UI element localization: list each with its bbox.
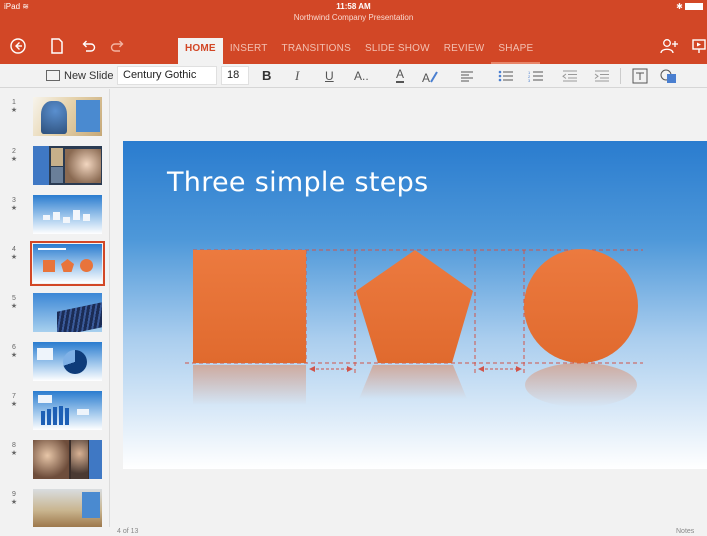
decrease-indent-icon[interactable] — [562, 70, 578, 82]
present-icon[interactable] — [692, 38, 706, 54]
bullets-icon[interactable] — [498, 70, 514, 82]
notes-button[interactable]: Notes — [676, 528, 694, 535]
thumb-number: 1 ★ — [10, 99, 18, 114]
italic-button[interactable]: I — [295, 67, 299, 85]
arrow-head — [347, 366, 353, 372]
slide-thumbnail-4[interactable] — [30, 241, 105, 286]
thumb-number: 9 ★ — [10, 491, 18, 506]
font-color-button[interactable]: A — [396, 67, 405, 83]
current-slide[interactable]: Three simple steps — [123, 141, 707, 469]
slide-thumbnail-pane: 1 ★ 2 ★ 3 ★ 4 ★ 5 ★ 6 ★ 7 ★ 8 ★ 9 ★ — [0, 89, 110, 536]
underline-button[interactable]: U — [325, 67, 334, 85]
redo-icon[interactable] — [110, 38, 126, 54]
new-slide-icon — [46, 69, 60, 81]
square-shape — [193, 250, 306, 363]
thumb-number: 6 ★ — [10, 344, 18, 359]
text-box-icon[interactable] — [632, 68, 648, 84]
status-footer — [0, 527, 707, 536]
shapes-icon[interactable] — [660, 68, 678, 84]
thumb-number: 8 ★ — [10, 442, 18, 457]
title-bar: iPad ≋ 11:58 AM Northwind Company Presen… — [0, 0, 707, 64]
tab-slide-show[interactable]: SLIDE SHOW — [358, 38, 437, 64]
document-title: Northwind Company Presentation — [293, 13, 414, 22]
tab-review[interactable]: REVIEW — [437, 38, 492, 64]
slide-thumbnail-8[interactable] — [33, 440, 102, 479]
thumb-number: 2 ★ — [10, 148, 18, 163]
svg-text:A: A — [422, 71, 430, 85]
circle-reflection — [525, 363, 637, 407]
status-time: 11:58 AM — [336, 2, 371, 11]
text-effects-button[interactable]: A.. — [354, 67, 369, 85]
slide-thumbnail-9[interactable] — [33, 489, 102, 528]
numbering-icon[interactable]: 123 — [528, 70, 544, 82]
slide-thumbnail-5[interactable] — [33, 293, 102, 332]
undo-icon[interactable] — [80, 38, 96, 54]
tab-transitions[interactable]: TRANSITIONS — [275, 38, 358, 64]
share-user-icon[interactable] — [660, 38, 678, 54]
bold-button[interactable]: B — [262, 67, 271, 85]
slide-thumbnail-2[interactable] — [33, 146, 102, 185]
thumb-number: 5 ★ — [10, 295, 18, 310]
new-slide-button[interactable]: New Slide — [46, 67, 114, 85]
font-size-field[interactable]: 18 — [221, 66, 249, 85]
square-reflection — [193, 365, 306, 405]
slide-count: 4 of 13 — [117, 528, 139, 535]
arrow-head — [516, 366, 522, 372]
highlight-icon[interactable]: A — [422, 69, 440, 85]
bluetooth-icon: ✱ — [676, 2, 683, 11]
arrow-head — [478, 366, 484, 372]
arrow-head — [309, 366, 315, 372]
slide-thumbnail-1[interactable] — [33, 97, 102, 136]
increase-indent-icon[interactable] — [594, 70, 610, 82]
slide-thumbnail-6[interactable] — [33, 342, 102, 381]
back-icon[interactable] — [10, 38, 26, 54]
thumb-number: 7 ★ — [10, 393, 18, 408]
slide-shapes — [185, 249, 643, 407]
slide-thumbnail-7[interactable] — [33, 391, 102, 430]
svg-text:3: 3 — [528, 78, 531, 82]
slide-thumbnail-3[interactable] — [33, 195, 102, 234]
pentagon-reflection — [359, 365, 467, 399]
battery-status: ✱ — [676, 2, 703, 11]
ribbon-divider — [620, 68, 621, 84]
thumb-number: 4 ★ — [10, 246, 18, 261]
ribbon-tabs: HOME INSERT TRANSITIONS SLIDE SHOW REVIE… — [178, 38, 541, 64]
align-left-icon[interactable] — [460, 70, 474, 82]
thumb-number: 3 ★ — [10, 197, 18, 212]
circle-shape — [524, 249, 638, 363]
tab-insert[interactable]: INSERT — [223, 38, 275, 64]
new-slide-label: New Slide — [64, 70, 114, 82]
home-ribbon: New Slide Century Gothic 18 B I U A.. A … — [0, 64, 707, 88]
file-icon[interactable] — [50, 38, 64, 54]
tab-home[interactable]: HOME — [178, 38, 223, 64]
font-name-field[interactable]: Century Gothic — [117, 66, 217, 85]
tab-shape[interactable]: SHAPE — [491, 38, 541, 64]
slide-editor-canvas: Three simple steps — [111, 89, 707, 536]
powerpoint-app: iPad ≋ 11:58 AM Northwind Company Presen… — [0, 0, 707, 536]
pentagon-shape — [356, 250, 473, 363]
battery-icon — [685, 3, 703, 11]
